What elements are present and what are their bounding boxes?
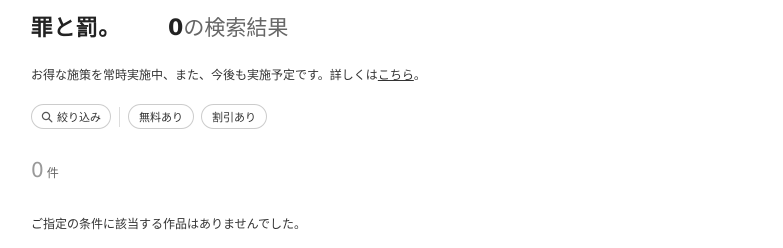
filter-chip-label: 無料あり: [139, 110, 183, 124]
search-icon: [41, 111, 53, 123]
result-count-unit: 件: [46, 166, 59, 180]
filter-chip-label: 割引あり: [212, 110, 256, 124]
result-count-number: 0: [31, 158, 44, 182]
empty-results-message: ご指定の条件に該当する作品はありませんでした。: [31, 217, 307, 231]
filter-bar: 絞り込み 無料あり 割引あり: [31, 104, 267, 129]
result-count-heading: 0: [168, 16, 184, 41]
result-count: 0 件: [31, 158, 59, 182]
narrow-down-label: 絞り込み: [57, 110, 101, 124]
promo-notice: お得な施策を常時実施中、また、今後も実施予定です。詳しくはこちら。: [31, 66, 426, 83]
page-title: 罪と罰。 0 の検索結果: [31, 10, 288, 42]
promo-end: 。: [413, 68, 426, 82]
result-heading-suffix: の検索結果: [183, 16, 289, 40]
promo-text: お得な施策を常時実施中、また、今後も実施予定です。詳しくは: [31, 68, 378, 82]
search-results-page: 罪と罰。 0 の検索結果 お得な施策を常時実施中、また、今後も実施予定です。詳し…: [0, 0, 783, 248]
filter-divider: [119, 106, 120, 127]
filter-chip-free[interactable]: 無料あり: [128, 104, 194, 129]
filter-chip-discount[interactable]: 割引あり: [201, 104, 267, 129]
narrow-down-button[interactable]: 絞り込み: [31, 104, 111, 129]
promo-details-link[interactable]: こちら: [378, 68, 414, 82]
search-query: 罪と罰。: [31, 16, 122, 41]
